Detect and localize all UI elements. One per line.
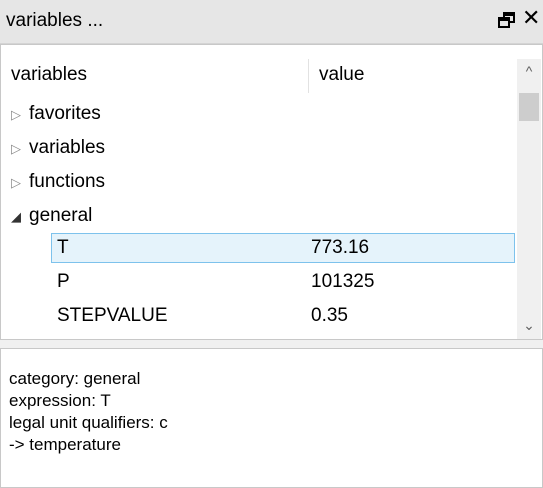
info-unit-qualifiers: legal unit qualifiers: c xyxy=(9,413,168,432)
details-panel: category: general expression: T legal un… xyxy=(0,348,543,488)
variable-row-t[interactable]: T 773.16 xyxy=(1,233,517,265)
column-header-value[interactable]: value xyxy=(319,64,364,86)
scrollbar-thumb[interactable] xyxy=(519,93,539,121)
tree-node-favorites[interactable]: ▷ favorites xyxy=(1,99,517,131)
variable-value: 773.16 xyxy=(311,237,370,258)
column-separator[interactable] xyxy=(308,59,309,93)
tree-node-label: functions xyxy=(29,171,106,192)
restore-window-icon[interactable] xyxy=(498,11,516,29)
tree-node-label: favorites xyxy=(29,103,101,124)
selection-highlight xyxy=(51,233,515,263)
vertical-scrollbar[interactable]: ^ ⌄ xyxy=(517,59,541,339)
info-expression: expression: T xyxy=(9,391,111,410)
tree-node-variables[interactable]: ▷ variables xyxy=(1,133,517,165)
variable-value: 0.35 xyxy=(311,305,348,326)
panel-title: variables ... xyxy=(6,10,104,31)
tree-header: variables value xyxy=(1,59,517,93)
variable-name: P xyxy=(57,271,70,292)
collapse-arrow-icon[interactable]: ◢ xyxy=(11,207,21,227)
variable-row-p[interactable]: P 101325 xyxy=(1,267,517,299)
tree-node-general[interactable]: ◢ general xyxy=(1,201,517,233)
expand-arrow-icon[interactable]: ▷ xyxy=(11,173,21,193)
close-icon[interactable]: ✕ xyxy=(522,7,540,29)
splitter[interactable] xyxy=(0,340,543,348)
panel-titlebar: variables ... ✕ xyxy=(0,0,543,44)
tree-node-label: variables xyxy=(29,137,106,158)
column-header-variables[interactable]: variables xyxy=(11,64,87,86)
info-category: category: general xyxy=(9,369,141,388)
info-description: -> temperature xyxy=(9,435,121,454)
tree-node-label: general xyxy=(29,205,93,226)
scroll-up-icon[interactable]: ^ xyxy=(517,59,541,83)
variable-row-stepvalue[interactable]: STEPVALUE 0.35 xyxy=(1,301,517,333)
variables-tree[interactable]: variables value ▷ favorites ▷ variables … xyxy=(0,44,543,340)
expand-arrow-icon[interactable]: ▷ xyxy=(11,139,21,159)
expand-arrow-icon[interactable]: ▷ xyxy=(11,105,21,125)
scroll-down-icon[interactable]: ⌄ xyxy=(517,313,541,337)
variable-value: 101325 xyxy=(311,271,375,292)
tree-node-functions[interactable]: ▷ functions xyxy=(1,167,517,199)
variable-name: T xyxy=(57,237,69,258)
variable-name: STEPVALUE xyxy=(57,305,168,326)
